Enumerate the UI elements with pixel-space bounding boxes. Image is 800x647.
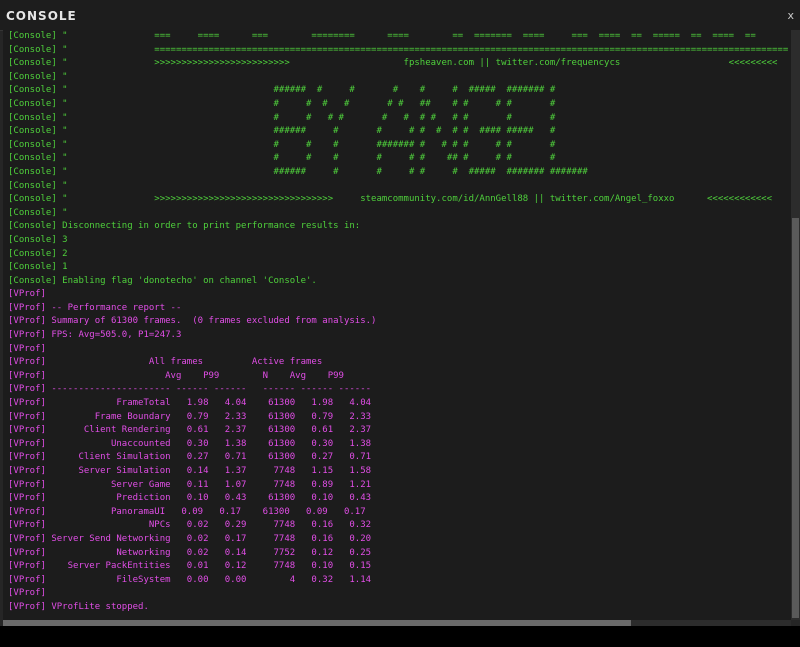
- console-line: [VProf] Networking 0.02 0.14 7752 0.12 0…: [8, 547, 372, 558]
- console-line: [Console] " # # # ####### # # # # # # #: [8, 139, 556, 150]
- close-icon[interactable]: x: [787, 9, 794, 22]
- console-line: [Console] 1: [8, 262, 68, 273]
- console-line: [Console] " ###### # # # # # ##### #####…: [8, 166, 588, 177]
- command-input-bar: [0, 626, 800, 647]
- console-line: [Console] ": [8, 207, 68, 218]
- console-line: [VProf]: [8, 289, 46, 300]
- console-line: [VProf]: [8, 588, 46, 599]
- console-line: [Console] 3: [8, 234, 68, 245]
- console-line: [VProf] Client Rendering 0.61 2.37 61300…: [8, 425, 372, 436]
- console-line: [Console] " # # # # # # ## # # # # #: [8, 98, 556, 109]
- console-window: CONSOLE x [Console] " === ==== === =====…: [0, 0, 800, 647]
- console-line: [Console] ": [8, 180, 68, 191]
- console-line: [VProf] Client Simulation 0.27 0.71 6130…: [8, 452, 372, 463]
- console-line: [Console] Enabling flag 'donotecho' on c…: [8, 275, 317, 286]
- console-line: [Console] " === ==== === ======== ==== =…: [8, 31, 756, 41]
- console-line: [VProf] Frame Boundary 0.79 2.33 61300 0…: [8, 411, 372, 422]
- vertical-scrollbar[interactable]: [791, 30, 800, 620]
- vertical-scrollbar-thumb[interactable]: [792, 218, 799, 618]
- console-line: [Console] " # # # # # # ## # # # #: [8, 153, 556, 164]
- console-line: [VProf] Server Send Networking 0.02 0.17…: [8, 533, 372, 544]
- console-line: [VProf] FPS: Avg=505.0, P1=247.3: [8, 330, 182, 341]
- window-title: CONSOLE: [6, 9, 77, 23]
- console-line: [Console] " >>>>>>>>>>>>>>>>>>>>>>>>>>>>…: [8, 194, 773, 205]
- console-line: [Console] Disconnecting in order to prin…: [8, 221, 361, 232]
- console-output-area[interactable]: [Console] " === ==== === ======== ==== =…: [3, 30, 791, 620]
- console-line: [Console] 2: [8, 248, 68, 259]
- console-line: [VProf] Server PackEntities 0.01 0.12 77…: [8, 561, 372, 572]
- console-line: [VProf]: [8, 343, 46, 354]
- console-line: [VProf] NPCs 0.02 0.29 7748 0.16 0.32: [8, 520, 372, 531]
- console-line: [VProf] All frames Active frames: [8, 357, 323, 368]
- console-line: [VProf] Prediction 0.10 0.43 61300 0.10 …: [8, 493, 372, 504]
- console-line: [Console] " >>>>>>>>>>>>>>>>>>>>>>>>> fp…: [8, 58, 778, 69]
- console-line: [VProf] PanoramaUI 0.09 0.17 61300 0.09 …: [8, 506, 366, 517]
- console-line: [Console] " ###### # # # # # # # #### ##…: [8, 126, 556, 137]
- console-line: [VProf] Server Simulation 0.14 1.37 7748…: [8, 466, 372, 476]
- console-line: [VProf] Unaccounted 0.30 1.38 61300 0.30…: [8, 438, 372, 449]
- console-line: [VProf] VProfLite stopped.: [8, 601, 149, 612]
- console-line: [VProf] Avg P99 N Avg P99: [8, 370, 344, 381]
- console-line: [Console] ": [8, 71, 68, 82]
- title-bar[interactable]: CONSOLE x: [0, 0, 800, 31]
- console-line: [VProf] Server Game 0.11 1.07 7748 0.89 …: [8, 479, 372, 490]
- console-line: [VProf] -- Performance report --: [8, 302, 182, 313]
- console-line: [VProf] FileSystem 0.00 0.00 4 0.32 1.14: [8, 574, 372, 585]
- console-line: [Console] " ============================…: [8, 44, 789, 55]
- console-line: [Console] " ###### # # # # # ##### #####…: [8, 85, 556, 96]
- command-input[interactable]: [0, 626, 800, 647]
- console-line: [VProf] Summary of 61300 frames. (0 fram…: [8, 316, 377, 327]
- console-line: [VProf] ---------------------- ------ --…: [8, 384, 372, 395]
- console-line: [VProf] FrameTotal 1.98 4.04 61300 1.98 …: [8, 398, 372, 409]
- console-output: [Console] " === ==== === ======== ==== =…: [3, 30, 791, 615]
- console-line: [Console] " # # # # # # # # # # # #: [8, 112, 556, 123]
